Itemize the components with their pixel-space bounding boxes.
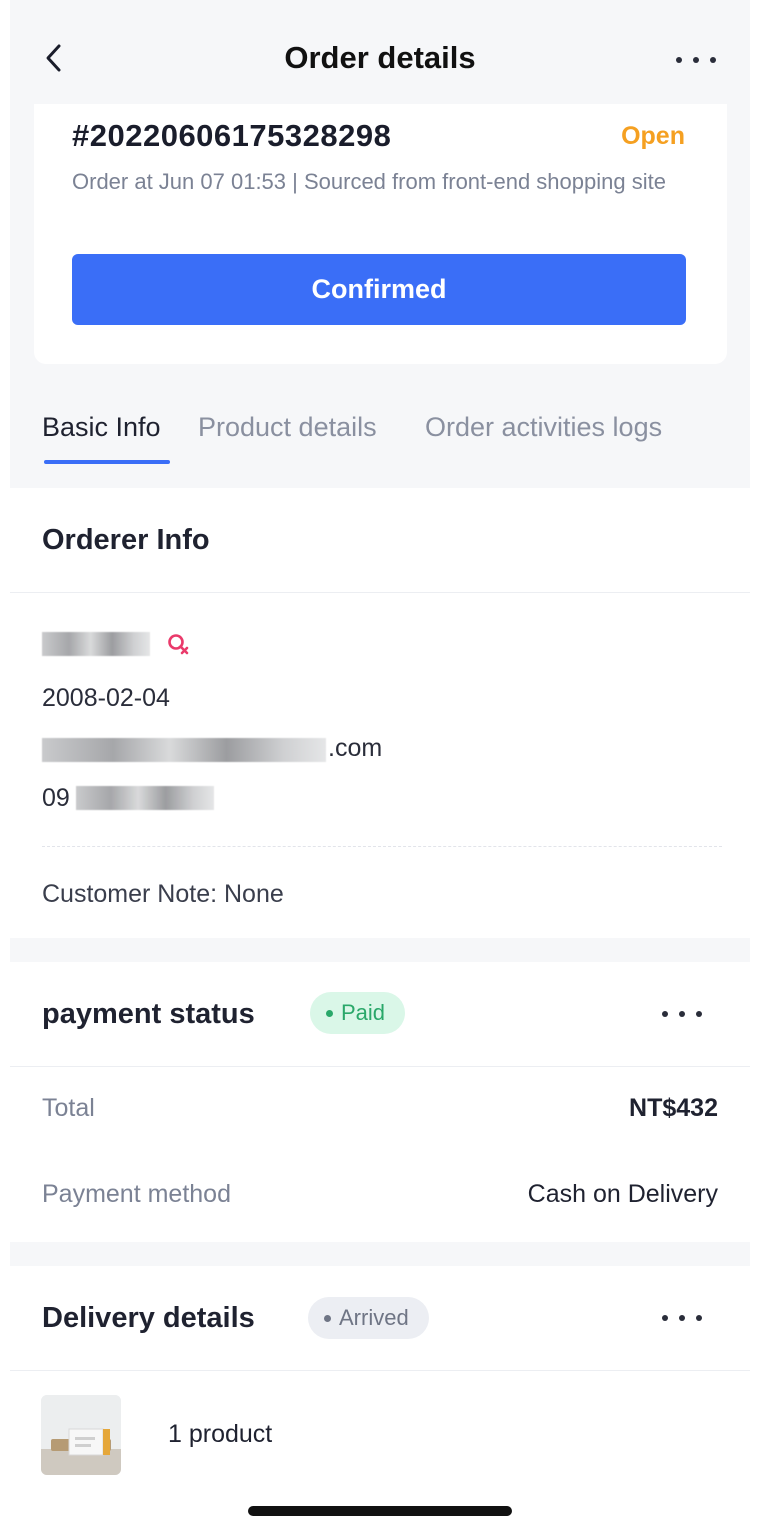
product-count: 1 product: [168, 1420, 273, 1448]
order-number: #20220606175328298: [72, 118, 392, 153]
active-tab-indicator: [44, 460, 170, 464]
paid-status-badge: Paid: [310, 992, 406, 1034]
status-dot-icon: [324, 1314, 331, 1322]
order-status-label: Open: [621, 122, 685, 150]
arrived-status-badge: Arrived: [308, 1297, 429, 1339]
orderer-phone-redacted: [76, 786, 214, 810]
payment-status-section: payment status Paid Total NT$432 Payment…: [10, 962, 750, 1242]
product-thumbnail[interactable]: [41, 1395, 121, 1475]
delivery-more-button[interactable]: [662, 1304, 702, 1332]
total-label: Total: [42, 1094, 95, 1122]
page-title: Order details: [284, 40, 476, 75]
product-image-icon: [41, 1395, 121, 1475]
payment-method-value: Cash on Delivery: [527, 1180, 718, 1208]
customer-note: Customer Note: None: [42, 880, 284, 908]
total-value: NT$432: [629, 1094, 718, 1122]
home-indicator: [248, 1506, 512, 1516]
orderer-name-redacted: [42, 632, 150, 656]
tab-order-activities-logs[interactable]: Order activities logs: [425, 412, 662, 443]
orderer-info-section: Orderer Info 2008-02-04 .com 09 Customer…: [10, 488, 750, 938]
payment-status-title: payment status: [42, 998, 255, 1030]
order-meta-text: Order at Jun 07 01:53 | Sourced from fro…: [72, 169, 666, 194]
tab-bar: Basic Info Product details Order activit…: [10, 396, 750, 488]
orderer-email-suffix: .com: [328, 734, 383, 762]
more-options-button[interactable]: [676, 46, 716, 74]
delivery-details-section: Delivery details Arrived 1 product: [10, 1266, 750, 1532]
nav-bar: Order details: [10, 0, 750, 104]
orderer-birthday: 2008-02-04: [42, 684, 170, 712]
orderer-email-redacted: [42, 738, 326, 762]
more-horizontal-icon: [676, 57, 682, 63]
tab-basic-info[interactable]: Basic Info: [42, 412, 161, 443]
payment-method-label: Payment method: [42, 1180, 231, 1208]
female-icon: [168, 634, 189, 655]
confirmed-button[interactable]: Confirmed: [72, 254, 686, 325]
payment-more-button[interactable]: [662, 1000, 702, 1028]
paid-badge-label: Paid: [341, 1000, 386, 1025]
more-horizontal-icon: [662, 1011, 668, 1017]
delivery-details-title: Delivery details: [42, 1302, 255, 1334]
order-summary-card: #20220606175328298 Open Order at Jun 07 …: [34, 104, 727, 364]
arrived-badge-label: Arrived: [339, 1305, 409, 1330]
tab-product-details[interactable]: Product details: [198, 412, 377, 443]
orderer-info-title: Orderer Info: [42, 524, 210, 556]
status-dot-icon: [326, 1009, 333, 1017]
orderer-phone-prefix: 09: [42, 784, 70, 812]
order-details-screen: Order details #20220606175328298 Open Or…: [10, 0, 750, 1532]
more-horizontal-icon: [662, 1315, 668, 1321]
